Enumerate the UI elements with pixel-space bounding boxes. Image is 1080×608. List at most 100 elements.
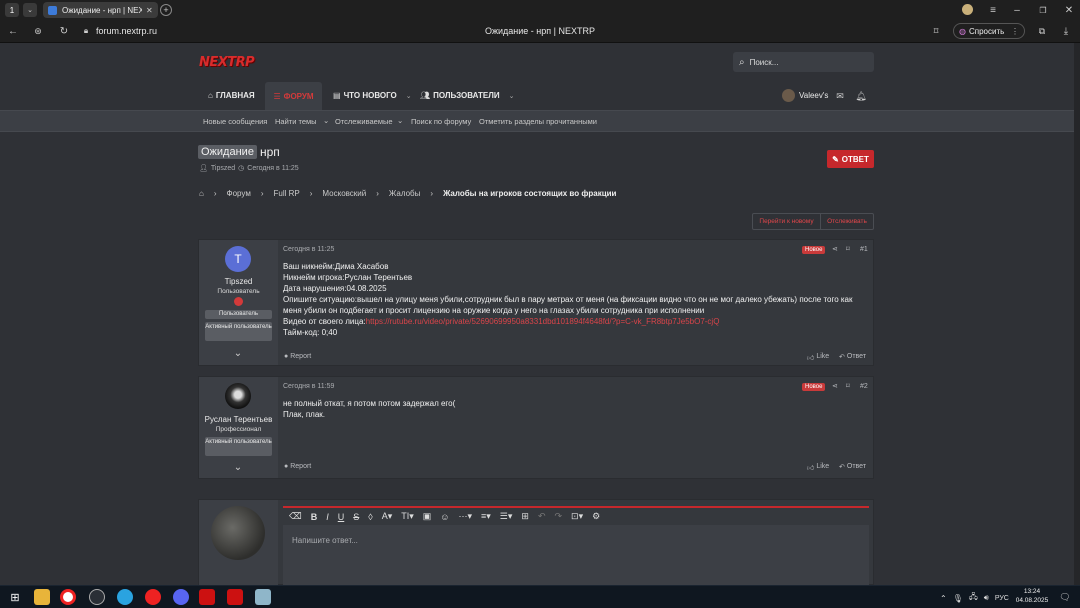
restore-icon[interactable]: ❐: [1036, 2, 1050, 18]
search-box[interactable]: ⌕ Поиск...: [733, 52, 874, 72]
subnav-watched[interactable]: Отслеживаемые: [335, 117, 393, 126]
language-indicator[interactable]: РУС: [995, 595, 1009, 602]
volume-icon[interactable]: 🔊︎: [984, 593, 989, 603]
app-icon[interactable]: [255, 589, 271, 605]
clock[interactable]: 13:24 04.08.2025: [1013, 587, 1051, 605]
mail-icon[interactable]: ✉: [834, 90, 846, 102]
post-author-name[interactable]: Tipszed: [199, 277, 278, 286]
goto-new-button[interactable]: Перейти к новому: [753, 214, 821, 229]
watch-button[interactable]: Отслеживать: [821, 214, 873, 229]
post-date[interactable]: Сегодня в 11:25: [283, 246, 334, 253]
tab-count-button[interactable]: 1: [5, 3, 19, 17]
download-icon[interactable]: ⤓: [1060, 24, 1072, 38]
game-launcher-icon[interactable]: [199, 589, 215, 605]
site-logo[interactable]: NEXTRP: [199, 52, 255, 72]
align-icon[interactable]: ≡▾: [481, 511, 491, 522]
share-icon[interactable]: ⋖: [832, 382, 838, 390]
report-link[interactable]: ● Report: [284, 463, 311, 470]
post-number[interactable]: #1: [860, 246, 868, 253]
url-field[interactable]: forum.nextrp.ru: [96, 26, 157, 36]
nav-whats-new[interactable]: ▤ ЧТО НОВОГО ⌄: [333, 91, 412, 100]
browser-tab-active[interactable]: Ожидание - нрп | NEX ✕: [43, 2, 158, 18]
breadcrumb-item[interactable]: Жалобы: [389, 189, 420, 198]
table-icon[interactable]: ⊞: [521, 511, 529, 522]
emoji-icon[interactable]: ☺: [440, 512, 449, 522]
discord-icon[interactable]: [173, 589, 189, 605]
list-icon[interactable]: ☰▾: [500, 511, 513, 522]
chevron-down-icon[interactable]: ⌄: [232, 347, 244, 359]
mic-icon[interactable]: 🎙︎: [953, 594, 963, 603]
font-size-icon[interactable]: TI▾: [401, 511, 414, 522]
user-menu[interactable]: Valeev's: [782, 89, 828, 102]
subnav-mark-read[interactable]: Отметить разделы прочитанными: [479, 117, 597, 126]
like-link[interactable]: 👍︎ Like: [807, 353, 829, 362]
file-explorer-icon[interactable]: [34, 589, 50, 605]
more-icon[interactable]: ⋯▾: [458, 511, 472, 522]
bookmark-icon[interactable]: ⌑: [846, 382, 850, 390]
avatar[interactable]: T: [225, 246, 251, 272]
minimize-icon[interactable]: –: [1010, 2, 1024, 18]
windows-start-icon[interactable]: ⊞: [8, 590, 22, 604]
reply-button[interactable]: ✎ ОТВЕТ: [827, 150, 874, 168]
bookmark-icon[interactable]: ⌑: [930, 24, 942, 38]
bookmark-icon[interactable]: ⌑: [846, 245, 850, 253]
image-icon[interactable]: ▣: [423, 511, 432, 522]
telegram-icon[interactable]: [117, 589, 133, 605]
yandex-browser-icon[interactable]: [60, 589, 76, 605]
extensions-icon[interactable]: ⧉: [1036, 24, 1048, 38]
color-icon[interactable]: ◊: [368, 512, 372, 522]
nav-users[interactable]: 👥︎ ПОЛЬЗОВАТЕЛИ ⌄: [420, 91, 514, 100]
chevron-down-icon[interactable]: ⌄: [232, 461, 244, 473]
steam-icon[interactable]: [89, 589, 105, 605]
preview-icon[interactable]: ⊡▾: [571, 511, 583, 522]
video-link[interactable]: https://rutube.ru/video/private/52690699…: [366, 317, 720, 326]
new-tab-icon[interactable]: +: [160, 4, 172, 16]
breadcrumb-item[interactable]: Жалобы на игроков состоящих во фракции: [443, 189, 616, 198]
home-icon[interactable]: ⌂: [199, 189, 204, 198]
post-author-name[interactable]: Руслан Терентьев: [199, 415, 278, 424]
report-link[interactable]: ● Report: [284, 353, 311, 360]
post-date[interactable]: Сегодня в 11:59: [283, 383, 334, 390]
subnav-new-posts[interactable]: Новые сообщения: [203, 117, 267, 126]
breadcrumb-item[interactable]: Московский: [322, 189, 366, 198]
network-icon[interactable]: 🖧︎: [969, 591, 978, 605]
bold-icon[interactable]: B: [311, 512, 318, 522]
clear-format-icon[interactable]: ⌫: [289, 511, 302, 522]
undo-icon[interactable]: ↶: [538, 511, 546, 522]
shield-icon[interactable]: ⊛: [31, 24, 45, 38]
profile-avatar[interactable]: [962, 4, 973, 15]
underline-icon[interactable]: U: [338, 512, 345, 522]
post-number[interactable]: #2: [860, 383, 868, 390]
menu-icon[interactable]: ≡: [986, 2, 1000, 18]
thread-prefix-badge[interactable]: Ожидание: [198, 145, 257, 159]
page-scrollbar[interactable]: [1074, 43, 1080, 585]
tabs-dropdown-icon[interactable]: ⌄: [23, 3, 37, 17]
bell-icon[interactable]: 🔔︎: [855, 90, 867, 102]
reply-input[interactable]: Напишите ответ...: [292, 536, 358, 545]
redo-icon[interactable]: ↷: [554, 511, 562, 522]
tab-close-icon[interactable]: ✕: [146, 6, 153, 15]
avatar[interactable]: [225, 383, 251, 409]
strike-icon[interactable]: S: [353, 512, 359, 522]
breadcrumb-item[interactable]: Форум: [227, 189, 251, 198]
font-family-icon[interactable]: A▾: [382, 511, 393, 522]
ask-more-icon[interactable]: ⋮: [1011, 27, 1019, 36]
thread-author[interactable]: Tipszed: [211, 165, 235, 172]
share-icon[interactable]: ⋖: [832, 245, 838, 253]
ask-button[interactable]: ◍ Спросить ⋮: [953, 23, 1025, 39]
notifications-icon[interactable]: 🗨︎: [1058, 590, 1072, 604]
game-launcher-icon[interactable]: [227, 589, 243, 605]
nav-forum[interactable]: ☰ ФОРУМ: [265, 82, 322, 110]
subnav-search-forum[interactable]: Поиск по форуму: [411, 117, 471, 126]
back-icon[interactable]: ←: [6, 24, 20, 38]
tray-expand-icon[interactable]: ⌃: [940, 594, 947, 603]
close-window-icon[interactable]: ✕: [1062, 2, 1076, 18]
youtube-icon[interactable]: [145, 589, 161, 605]
breadcrumb-item[interactable]: Full RP: [274, 189, 300, 198]
subnav-find-threads[interactable]: Найти темы: [275, 117, 317, 126]
nav-home[interactable]: ⌂ ГЛАВНАЯ: [208, 91, 255, 100]
reply-link[interactable]: ↶ Ответ: [839, 353, 866, 361]
reply-link[interactable]: ↶ Ответ: [839, 463, 866, 471]
like-link[interactable]: 👍︎ Like: [807, 463, 829, 472]
italic-icon[interactable]: I: [326, 512, 329, 522]
